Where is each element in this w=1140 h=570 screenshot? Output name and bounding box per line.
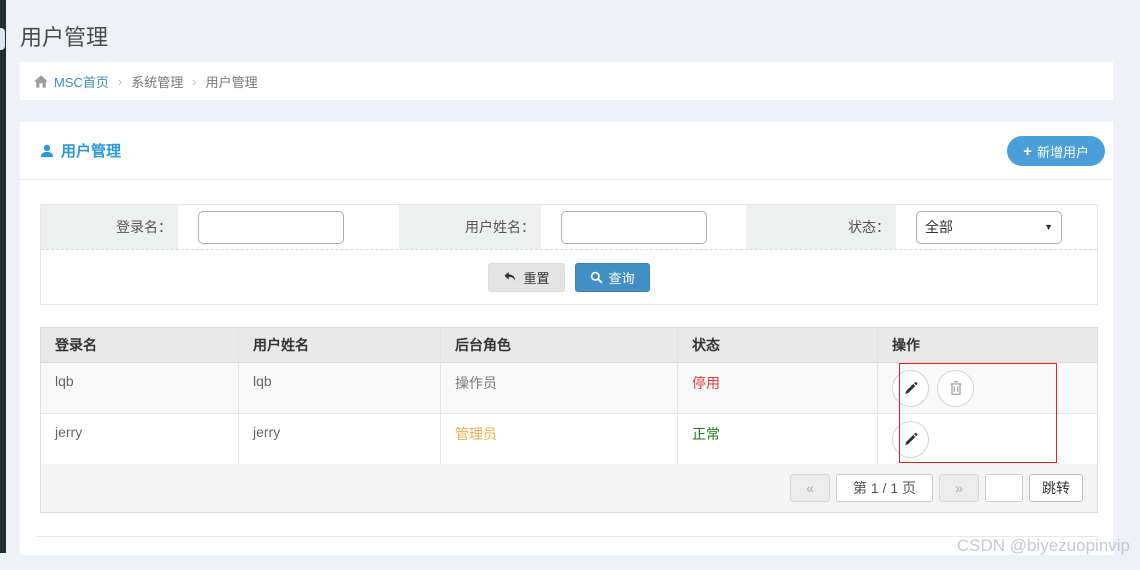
pagination-bar: « 第 1 / 1 页 » 跳转 (40, 464, 1098, 513)
reset-icon (503, 271, 517, 283)
status-select[interactable]: 全部 ▼ (916, 211, 1062, 244)
form-button-row: 重置 查询 (41, 250, 1097, 304)
breadcrumb-item-system: 系统管理 (131, 72, 183, 91)
breadcrumb-separator: › (118, 74, 122, 89)
user-table: 登录名 用户姓名 后台角色 状态 操作 lqb lqb 操作员 停用 jerry… (40, 327, 1098, 465)
user-name-input[interactable] (561, 211, 707, 244)
edit-button[interactable] (892, 370, 929, 407)
pagination-page-input[interactable] (985, 474, 1023, 502)
pagination-jump-button[interactable]: 跳转 (1029, 474, 1083, 502)
search-form: 登录名： 用户姓名： 状态： 全部 ▼ 重置 (40, 204, 1098, 305)
user-management-panel: 用户管理 + 新增用户 登录名： 用户姓名： 状态： 全部 ▼ (20, 122, 1113, 555)
pagination-page-info: 第 1 / 1 页 (836, 474, 933, 502)
cell-role: 管理员 (441, 414, 678, 464)
cell-status: 正常 (678, 414, 878, 464)
panel-heading-label: 用户管理 (61, 140, 121, 161)
pagination-next-button[interactable]: » (939, 474, 979, 502)
header-actions: 操作 (878, 328, 1097, 362)
search-icon (590, 271, 603, 284)
status-field-cell: 全部 ▼ (896, 205, 1097, 249)
cell-actions (878, 414, 1097, 464)
header-name: 用户姓名 (239, 328, 441, 362)
plus-icon: + (1023, 143, 1032, 160)
table-row: jerry jerry 管理员 正常 (41, 414, 1097, 465)
status-select-value: 全部 (925, 217, 953, 237)
home-icon (34, 75, 48, 88)
user-icon (40, 144, 54, 158)
delete-button[interactable] (937, 370, 974, 407)
cell-login: jerry (41, 414, 239, 464)
cell-actions (878, 363, 1097, 413)
status-label: 状态： (746, 205, 896, 249)
panel-header: 用户管理 + 新增用户 (20, 122, 1113, 180)
watermark: CSDN @biyezuopinvip (957, 536, 1130, 556)
header-status: 状态 (678, 328, 878, 362)
cell-login: lqb (41, 363, 239, 413)
user-name-label: 用户姓名： (399, 205, 541, 249)
login-name-input[interactable] (198, 211, 344, 244)
cell-status: 停用 (678, 363, 878, 413)
breadcrumb-link-home[interactable]: MSC首页 (54, 72, 109, 91)
table-row: lqb lqb 操作员 停用 (41, 363, 1097, 414)
login-name-label: 登录名： (41, 205, 178, 249)
cell-role: 操作员 (441, 363, 678, 413)
table-header-row: 登录名 用户姓名 后台角色 状态 操作 (41, 328, 1097, 363)
page-title: 用户管理 (20, 20, 108, 52)
breadcrumb-item-current: 用户管理 (206, 72, 258, 91)
breadcrumb: MSC首页 › 系统管理 › 用户管理 (20, 62, 1113, 100)
reset-button[interactable]: 重置 (488, 263, 564, 292)
panel-heading: 用户管理 (40, 140, 121, 161)
panel-bottom-border (37, 536, 1098, 537)
pagination-prev-button[interactable]: « (790, 474, 830, 502)
add-user-button[interactable]: + 新增用户 (1007, 136, 1105, 166)
header-role: 后台角色 (441, 328, 678, 362)
header-login: 登录名 (41, 328, 239, 362)
add-user-label: 新增用户 (1037, 142, 1089, 161)
user-name-field-cell (541, 205, 746, 249)
login-name-field-cell (178, 205, 399, 249)
cell-name: lqb (239, 363, 441, 413)
reset-label: 重置 (523, 268, 549, 287)
query-button[interactable]: 查询 (575, 263, 650, 292)
search-form-row: 登录名： 用户姓名： 状态： 全部 ▼ (41, 205, 1097, 250)
chevron-down-icon: ▼ (1044, 222, 1053, 232)
sidebar-edge (0, 0, 6, 553)
sidebar-toggle-notch[interactable] (0, 28, 5, 50)
query-label: 查询 (609, 268, 635, 287)
breadcrumb-separator: › (192, 74, 196, 89)
cell-name: jerry (239, 414, 441, 464)
edit-button[interactable] (892, 421, 929, 458)
